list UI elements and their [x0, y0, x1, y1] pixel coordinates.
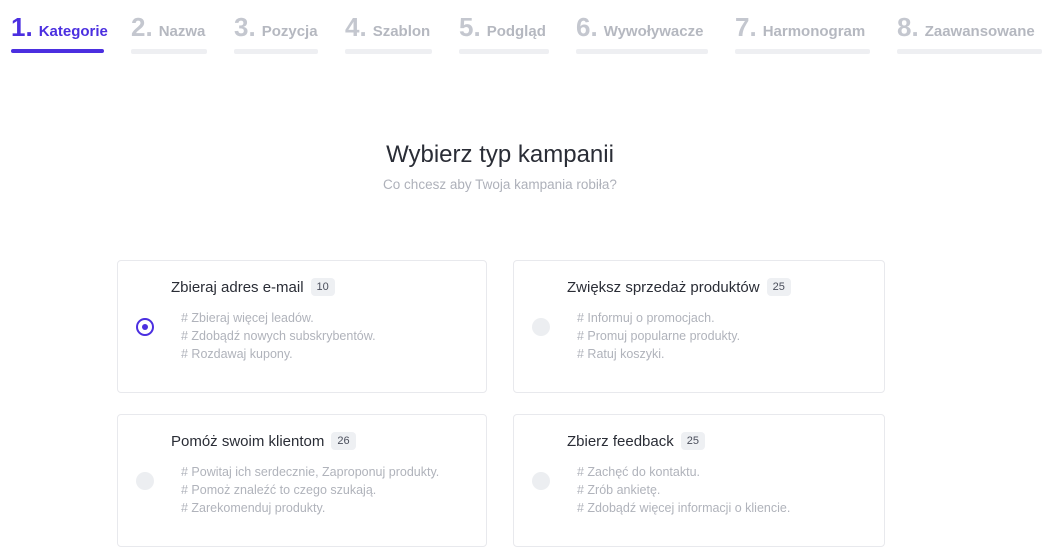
step-number: 6. [576, 12, 598, 42]
tag: # Zdobądź więcej informacji o kliencie. [577, 501, 791, 515]
step-progress-bar [345, 49, 432, 54]
step-zaawansowane[interactable]: 8. Zaawansowane [897, 12, 1042, 54]
step-number: 3. [234, 12, 256, 42]
tag: # Zbieraj więcej leadów. [181, 311, 314, 325]
step-number: 4. [345, 12, 367, 42]
step-nazwa[interactable]: 2. Nazwa [131, 12, 207, 54]
step-label: Pozycja [261, 23, 318, 40]
step-progress-bar [459, 49, 549, 54]
step-szablon[interactable]: 4. Szablon [345, 12, 432, 54]
tag: # Rozdawaj kupony. [181, 347, 293, 361]
tag: # Zachęć do kontaktu. [577, 465, 700, 479]
step-podglad[interactable]: 5. Podgląd [459, 12, 549, 54]
step-pozycja[interactable]: 3. Pozycja [234, 12, 318, 54]
tag: # Promuj popularne produkty. [577, 329, 741, 343]
campaign-card-feedback[interactable]: Zbierz feedback 25 # Zachęć do kontaktu.… [513, 414, 885, 547]
step-wywolywacze[interactable]: 6. Wywoływacze [576, 12, 708, 54]
step-label: Zaawansowane [924, 23, 1035, 40]
step-progress-bar [576, 49, 708, 54]
radio-button[interactable] [136, 318, 154, 336]
card-tags: # Zbieraj więcej leadów. # Zdobądź nowyc… [181, 309, 376, 363]
step-label: Kategorie [38, 23, 108, 40]
step-number: 2. [131, 12, 153, 42]
card-title-row: Zbieraj adres e-mail 10 [171, 278, 335, 296]
page-subtitle: Co chcesz aby Twoja kampania robiła? [383, 177, 617, 192]
card-title: Zwiększ sprzedaż produktów [567, 278, 760, 296]
campaign-card-help[interactable]: Pomóż swoim klientom 26 # Powitaj ich se… [117, 414, 487, 547]
step-progress-bar [735, 49, 870, 54]
card-title: Pomóż swoim klientom [171, 432, 325, 450]
step-number: 1. [11, 12, 33, 42]
step-number: 5. [459, 12, 481, 42]
step-kategorie[interactable]: 1. Kategorie [11, 12, 108, 54]
step-number: 7. [735, 12, 757, 42]
tag: # Informuj o promocjach. [577, 311, 715, 325]
card-title-row: Pomóż swoim klientom 26 [171, 432, 356, 450]
step-progress-bar [897, 49, 1042, 54]
tag: # Powitaj ich serdecznie, Zaproponuj pro… [181, 465, 440, 479]
campaign-card-email[interactable]: Zbieraj adres e-mail 10 # Zbieraj więcej… [117, 260, 487, 393]
step-label: Nazwa [158, 23, 206, 40]
radio-button[interactable] [532, 318, 550, 336]
count-badge: 25 [766, 278, 791, 296]
card-title-row: Zwiększ sprzedaż produktów 25 [567, 278, 791, 296]
campaign-card-sales[interactable]: Zwiększ sprzedaż produktów 25 # Informuj… [513, 260, 885, 393]
count-badge: 25 [680, 432, 705, 450]
wizard-steps: 1. Kategorie 2. Nazwa 3. Pozycja 4. Szab… [0, 0, 1048, 60]
card-tags: # Zachęć do kontaktu. # Zrób ankietę. # … [577, 463, 790, 517]
card-title: Zbierz feedback [567, 432, 674, 450]
tag: # Pomoż znaleźć to czego szukają. [181, 483, 377, 497]
step-label: Szablon [372, 23, 431, 40]
card-tags: # Informuj o promocjach. # Promuj popula… [577, 309, 740, 363]
card-title-row: Zbierz feedback 25 [567, 432, 705, 450]
tag: # Zrób ankietę. [577, 483, 661, 497]
step-progress-bar [11, 49, 104, 53]
radio-button[interactable] [136, 472, 154, 490]
step-label: Podgląd [486, 23, 546, 40]
count-badge: 26 [331, 432, 356, 450]
step-number: 8. [897, 12, 919, 42]
tag: # Zdobądź nowych subskrybentów. [181, 329, 376, 343]
tag: # Zarekomenduj produkty. [181, 501, 326, 515]
radio-button[interactable] [532, 472, 550, 490]
page-title: Wybierz typ kampanii [386, 141, 614, 168]
step-progress-bar [131, 49, 207, 54]
tag: # Ratuj koszyki. [577, 347, 665, 361]
step-label: Wywoływacze [603, 23, 704, 40]
card-title: Zbieraj adres e-mail [171, 278, 304, 296]
card-tags: # Powitaj ich serdecznie, Zaproponuj pro… [181, 463, 439, 517]
step-progress-bar [234, 49, 318, 54]
step-harmonogram[interactable]: 7. Harmonogram [735, 12, 870, 54]
step-label: Harmonogram [762, 23, 866, 40]
count-badge: 10 [310, 278, 335, 296]
